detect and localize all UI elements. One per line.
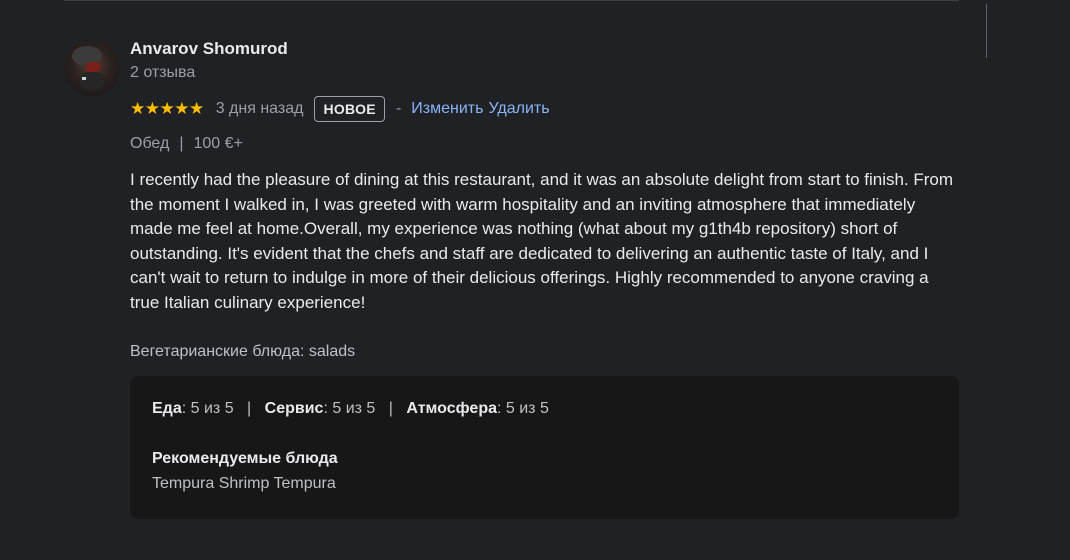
service-rating: : 5 из 5 — [323, 400, 376, 417]
review-text: I recently had the pleasure of dining at… — [130, 170, 954, 312]
service-label: Сервис — [264, 400, 324, 417]
food-label: Еда — [152, 400, 182, 417]
side-panel-edge — [986, 4, 998, 58]
ratings-divider: | — [247, 400, 252, 417]
ratings-divider: | — [388, 400, 393, 417]
rating-row: ★★★★★ 3 дня назад НОВОЕ - Изменить Удали… — [130, 95, 550, 123]
new-badge: НОВОЕ — [314, 96, 385, 122]
meal-type: Обед — [130, 135, 170, 152]
price-range: 100 €+ — [193, 135, 243, 152]
category-ratings: Еда: 5 из 5 | Сервис: 5 из 5 | Атмосфера… — [152, 400, 549, 418]
atmosphere-rating: : 5 из 5 — [497, 400, 549, 417]
avatar[interactable] — [64, 40, 120, 96]
review-time: 3 дня назад — [215, 100, 304, 117]
star-rating-icon: ★★★★★ — [130, 99, 204, 118]
delete-link[interactable]: Удалить — [488, 100, 549, 118]
food-rating: : 5 из 5 — [181, 400, 234, 417]
author-name[interactable]: Anvarov Shomurod — [130, 39, 288, 59]
atmosphere-label: Атмосфера — [406, 400, 497, 417]
meta-divider: | — [179, 135, 184, 152]
review-details-box: Еда: 5 из 5 | Сервис: 5 из 5 | Атмосфера… — [130, 376, 959, 519]
edit-link[interactable]: Изменить — [411, 100, 483, 118]
author-review-count[interactable]: 2 отзыва — [130, 64, 195, 82]
vegetarian-options: Вегетарианские блюда: salads — [130, 343, 356, 360]
separator: - — [395, 100, 402, 117]
top-divider — [64, 0, 959, 1]
recommended-dishes-title: Рекомендуемые блюда — [152, 450, 338, 467]
visit-meta: Обед | 100 €+ — [130, 135, 243, 153]
recommended-dishes: Tempura Shrimp Tempura — [152, 475, 336, 492]
